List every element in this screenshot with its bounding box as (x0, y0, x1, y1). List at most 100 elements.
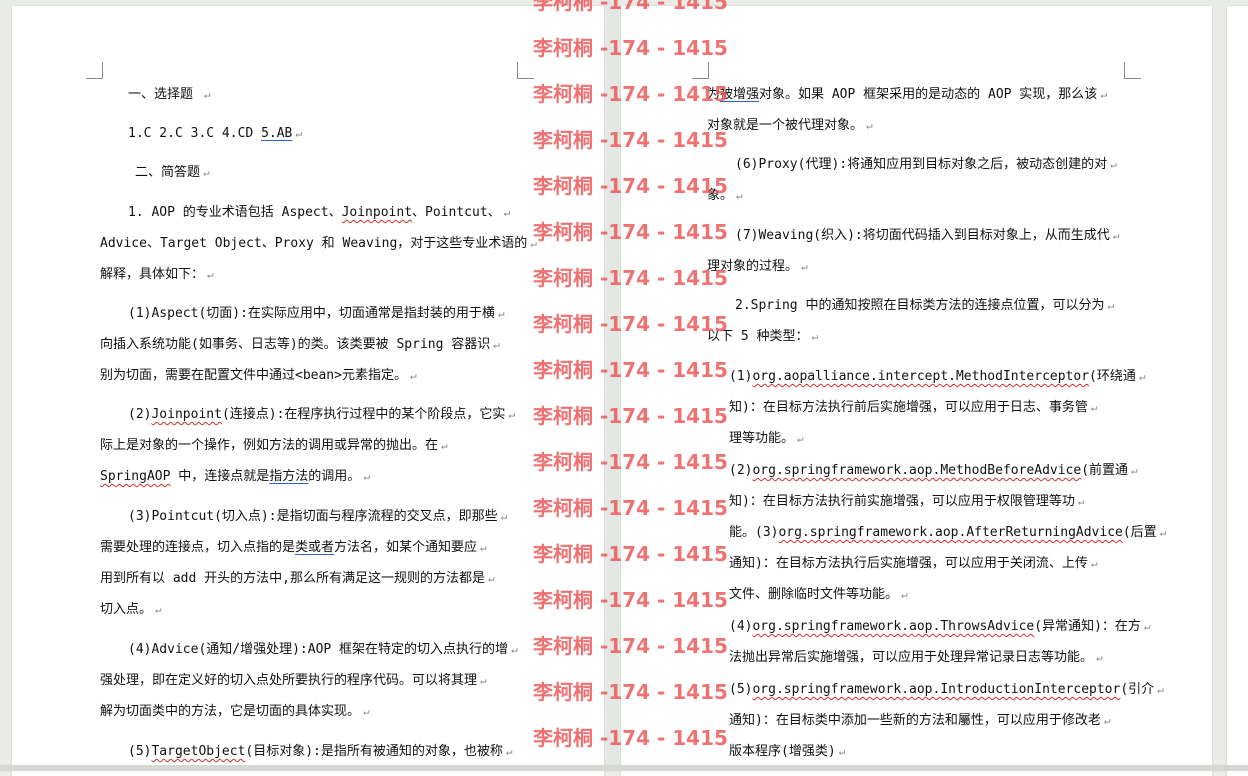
text-line[interactable]: 解释，具体如下： ↵ (100, 259, 520, 290)
text-run: 能。(3) (729, 525, 779, 540)
spellcheck-word: org.springframework.aop.IntroductionInte… (752, 682, 1121, 697)
text-line[interactable]: SpringAOP 中，连接点就是指方法的调用。 ↵ (100, 461, 520, 492)
text-line[interactable]: 理等功能。 ↵ (707, 423, 1169, 454)
text-run: (4) (729, 619, 753, 634)
watermark-text: 李柯桐 -174 - 1415 (533, 726, 728, 750)
text-run: 用到所有以 add 开头的方法中,那么所有满足这一规则的方法都是 (100, 571, 485, 586)
text-line[interactable]: 解为切面类中的方法，它是切面的具体实现。 ↵ (100, 696, 520, 727)
text-line[interactable]: 2.Spring 中的通知按照在目标类方法的连接点位置，可以分为 ↵ (707, 290, 1175, 321)
paragraph-mark-icon: ↵ (1103, 714, 1111, 727)
paragraph-mark-icon: ↵ (363, 705, 370, 718)
watermark-text: 李柯桐 -174 - 1415 (533, 680, 728, 704)
paragraph-mark-icon: ↵ (508, 408, 516, 421)
text-run: 强处理，即在定义好的切入点处所要执行的程序代码。可以将其理 (100, 673, 478, 688)
text-line[interactable]: (3)Pointcut(切入点):是指切面与程序流程的交叉点，即那些 ↵ (100, 501, 548, 532)
watermark-text: 李柯桐 -174 - 1415 (533, 220, 728, 244)
watermark-text: 李柯桐 -174 - 1415 (533, 312, 728, 336)
paragraph-mark-icon: ↵ (480, 674, 487, 687)
text-run: 知)：在目标方法执行前实施增强，可以应用于权限管理等功 (729, 494, 1075, 509)
text-line[interactable]: (2)org.springframework.aop.MethodBeforeA… (707, 455, 1169, 486)
text-run: 解释，具体如下： (100, 267, 205, 282)
text-run: (5) (128, 744, 152, 759)
document-page-left[interactable]: 一、选择题 ↵ 1.C 2.C 3.C 4.CD 5.AB ↵ 二、简答题 ↵ 1. AO… (12, 6, 604, 776)
paragraph-mark-icon: ↵ (797, 432, 804, 445)
text-line[interactable]: (1)Aspect(切面):在实际应用中，切面通常是指封装的用于横 ↵ (100, 298, 548, 329)
text-line[interactable]: 强处理，即在定义好的切入点处所要执行的程序代码。可以将其理 ↵ (100, 665, 520, 696)
text-line[interactable]: 别为切面，需要在配置文件中通过<bean>元素指定。 ↵ (100, 360, 520, 391)
paragraph-mark-icon: ↵ (1100, 88, 1107, 101)
spellcheck-word: Joinpoint (341, 205, 413, 220)
text-line[interactable]: 知)：在目标方法执行前实施增强，可以应用于权限管理等功 ↵ (707, 486, 1169, 517)
watermark-text: 李柯桐 -174 - 1415 (533, 404, 728, 428)
paragraph-mark-icon: ↵ (866, 119, 873, 132)
text-line[interactable]: 版本程序(增强类) ↵ (707, 736, 1169, 767)
watermark-text: 李柯桐 -174 - 1415 (533, 634, 728, 658)
text-line[interactable]: 为被增强对象。如果 AOP 框架采用的是动态的 AOP 实现，那么该 ↵ (707, 79, 1147, 110)
grammar-flag-word: 指方法 (269, 469, 309, 484)
paragraph-mark-icon: ↵ (207, 268, 214, 281)
text-run: 切入点。 (100, 602, 153, 617)
paragraph-mark-icon: ↵ (1096, 651, 1103, 664)
text-line[interactable]: (5)org.springframework.aop.IntroductionI… (707, 674, 1169, 705)
text-line[interactable]: 通知)：在目标类中添加一些新的方法和屬性，可以应用于修改老 ↵ (707, 705, 1169, 736)
text-line[interactable]: Advice、Target Object、Proxy 和 Weaving，对于这… (100, 228, 537, 259)
text-line[interactable]: (1)org.aopalliance.intercept.MethodInter… (707, 361, 1169, 392)
text-line[interactable]: 知)：在目标方法执行前后实施增强，可以应用于日志、事务管 ↵ (707, 392, 1169, 423)
text-line[interactable]: 文件、删除临时文件等功能。 ↵ (707, 579, 1169, 610)
text-run: (6)Proxy(代理):将通知应用到目标对象之后，被动态创建的对 (735, 157, 1108, 172)
watermark-text: 李柯桐 -174 - 1415 (533, 174, 728, 198)
text-line[interactable]: 象。 ↵ (707, 180, 1147, 211)
text-line[interactable]: 二、简答题 ↵ (100, 157, 555, 188)
text-line[interactable]: 际上是对象的一个操作，例如方法的调用或异常的抛出。在 ↵ (100, 430, 520, 461)
text-line[interactable]: 通知)：在目标方法执行后实施增强，可以应用于关闭流、上传 ↵ (707, 548, 1169, 579)
paragraph-mark-icon: ↵ (811, 330, 819, 343)
text-line[interactable]: (4)Advice(通知/增强处理):AOP 框架在特定的切入点执行的增 ↵ (100, 634, 548, 665)
text-line[interactable]: 以下 5 种类型： ↵ (707, 321, 1147, 352)
text-run: Advice、Target Object、Proxy 和 Weaving，对于这… (100, 236, 528, 251)
text-run: 2.Spring 中的通知按照在目标类方法的连接点位置，可以分为 (735, 298, 1105, 313)
paragraph-mark-icon: ↵ (901, 588, 908, 601)
paragraph-mark-icon: ↵ (1107, 299, 1115, 312)
text-line[interactable]: (4)org.springframework.aop.ThrowsAdvice(… (707, 611, 1169, 642)
text-line[interactable]: 理对象的过程。 ↵ (707, 251, 1147, 282)
text-run: 向插入系统功能(如事务、日志等)的类。该类要被 Spring 容器识 (100, 337, 491, 352)
text-line[interactable]: (2)Joinpoint(连接点):在程序执行过程中的某个阶段点，它实 ↵ (100, 399, 548, 430)
paragraph-mark-icon: ↵ (1077, 495, 1085, 508)
paragraph-mark-icon: ↵ (295, 127, 302, 140)
text-run: 际上是对象的一个操作，例如方法的调用或异常的抛出。在 (100, 438, 439, 453)
margin-mark-top-right (517, 62, 534, 79)
text-line[interactable]: (6)Proxy(代理):将通知应用到目标对象之后，被动态创建的对 ↵ (707, 149, 1175, 180)
text-run: 知)：在目标方法执行前后实施增强，可以应用于日志、事务管 (729, 400, 1088, 415)
spellcheck-word: TargetObject (151, 744, 246, 759)
paragraph-mark-icon: ↵ (736, 189, 743, 202)
text-line[interactable]: (5)TargetObject(目标对象):是指所有被通知的对象，也被称 ↵ (100, 736, 548, 767)
text-line[interactable]: 切入点。 ↵ (100, 594, 520, 625)
text-line[interactable]: 需要处理的连接点，切入点指的是类或者方法名，如某个通知要应 ↵ (100, 532, 520, 563)
text-run: 一、选择题 (128, 87, 201, 102)
text-line[interactable]: 对象就是一个被代理对象。 ↵ (707, 110, 1147, 141)
text-line[interactable]: (7)Weaving(织入):将切面代码插入到目标对象上，从而生成代 ↵ (707, 220, 1175, 251)
text-line[interactable]: 1.C 2.C 3.C 4.CD 5.AB ↵ (100, 118, 548, 149)
text-run: 对象。如果 AOP 框架采用的是动态的 AOP 实现，那么该 (759, 87, 1098, 102)
paragraph-mark-icon: ↵ (441, 439, 448, 452)
watermark-text: 李柯桐 -174 - 1415 (533, 588, 728, 612)
text-line[interactable]: 一、选择题 ↵ (100, 79, 548, 110)
text-run: (1)Aspect(切面):在实际应用中，切面通常是指封装的用于横 (128, 306, 495, 321)
text-run: (1) (729, 369, 753, 384)
watermark-text: 李柯桐 -174 - 1415 (533, 450, 728, 474)
document-page-next-edge (1227, 6, 1248, 776)
text-line[interactable]: 法抛出异常后实施增强，可以应用于处理异常记录日志等功能。 ↵ (707, 642, 1169, 673)
paragraph-mark-icon: ↵ (487, 572, 495, 585)
text-line[interactable]: 用到所有以 add 开头的方法中,那么所有满足这一规则的方法都是 ↵ (100, 563, 520, 594)
text-line[interactable]: 1. AOP 的专业术语包括 Aspect、Joinpoint、Pointcut… (100, 197, 548, 228)
paragraph-mark-icon: ↵ (511, 643, 518, 656)
text-run: 、Pointcut、 (412, 205, 501, 220)
text-run: 二、简答题 (135, 165, 201, 180)
spellcheck-word: SpringAOP (100, 469, 171, 484)
text-line[interactable]: 向插入系统功能(如事务、日志等)的类。该类要被 Spring 容器识 ↵ (100, 329, 520, 360)
text-line[interactable]: 能。(3)org.springframework.aop.AfterReturn… (707, 517, 1169, 548)
text-run: 方法名，如某个通知要应 (334, 540, 478, 555)
paragraph-mark-icon: ↵ (203, 88, 211, 101)
margin-mark-top-right (1124, 62, 1141, 79)
paragraph-mark-icon: ↵ (500, 510, 508, 523)
